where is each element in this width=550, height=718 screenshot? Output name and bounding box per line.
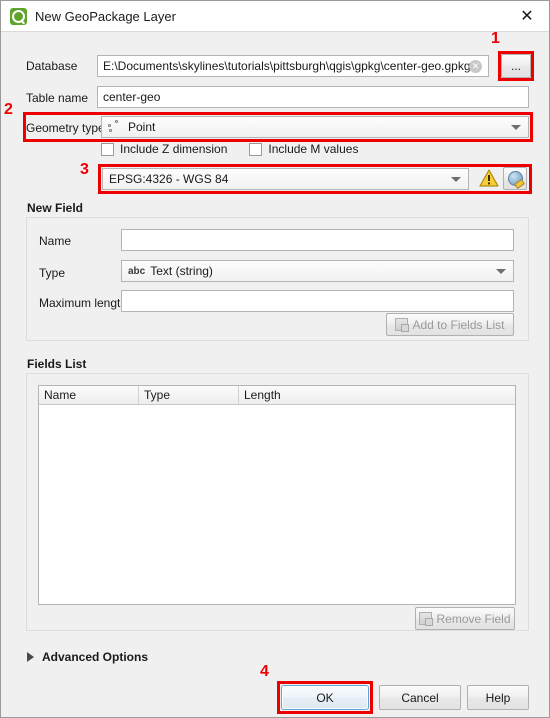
field-type-value: Text (string): [150, 264, 213, 278]
annotation-number-4: 4: [260, 663, 269, 680]
include-m-checkbox[interactable]: [249, 142, 263, 156]
clear-icon[interactable]: ✕: [469, 60, 482, 73]
crs-value: EPSG:4326 - WGS 84: [109, 172, 229, 186]
table-name-label: Table name: [26, 91, 89, 105]
annotation-number-3: 3: [80, 161, 89, 178]
remove-field-label: Remove Field: [436, 611, 511, 626]
add-to-fields-list-label: Add to Fields List: [412, 317, 505, 332]
globe-crs-icon: [507, 171, 523, 186]
add-to-fields-list-button[interactable]: Add to Fields List: [386, 313, 514, 336]
max-length-input[interactable]: [121, 290, 514, 312]
column-header-name[interactable]: Name: [39, 386, 139, 404]
chevron-down-icon: [451, 177, 461, 182]
new-geopackage-layer-dialog: New GeoPackage Layer ✕ Database E:\Docum…: [0, 0, 550, 718]
fields-table[interactable]: Name Type Length: [38, 385, 516, 605]
column-header-type[interactable]: Type: [139, 386, 239, 404]
advanced-options-label: Advanced Options: [42, 650, 149, 664]
close-icon[interactable]: ✕: [505, 1, 549, 31]
advanced-options-toggle[interactable]: Advanced Options: [27, 650, 148, 664]
geometry-type-combo[interactable]: Point: [101, 116, 529, 138]
geometry-type-value: Point: [128, 120, 156, 134]
database-input[interactable]: E:\Documents\skylines\tutorials\pittsbur…: [97, 55, 489, 77]
database-value: E:\Documents\skylines\tutorials\pittsbur…: [103, 59, 471, 73]
table-name-input[interactable]: center-geo: [97, 86, 529, 108]
table-name-value: center-geo: [103, 90, 161, 104]
help-button[interactable]: Help: [467, 685, 529, 710]
remove-field-icon: [419, 612, 434, 626]
fields-list-title: Fields List: [27, 357, 87, 371]
abc-text-icon: abc: [128, 265, 146, 277]
annotation-number-1: 1: [491, 30, 500, 47]
chevron-down-icon: [496, 269, 506, 274]
fields-table-header: Name Type Length: [39, 386, 515, 405]
field-name-label: Name: [39, 234, 72, 248]
chevron-right-icon: [27, 652, 34, 662]
geometry-type-label: Geometry type: [26, 121, 105, 135]
field-type-combo[interactable]: abc Text (string): [121, 260, 514, 282]
qgis-logo-icon: [10, 7, 27, 25]
browse-button[interactable]: ...: [501, 54, 531, 78]
max-length-label: Maximum length: [39, 296, 128, 310]
dimension-checkbox-row: Include Z dimension Include M values: [101, 142, 380, 156]
ok-button[interactable]: OK: [281, 685, 369, 710]
crs-combo[interactable]: EPSG:4326 - WGS 84: [102, 168, 469, 190]
database-label: Database: [26, 59, 78, 73]
crs-select-button[interactable]: [503, 167, 527, 190]
warning-triangle-icon: [478, 167, 500, 189]
field-name-input[interactable]: [121, 229, 514, 251]
annotation-number-2: 2: [4, 101, 13, 118]
field-type-label: Type: [39, 266, 66, 280]
chevron-down-icon: [511, 125, 521, 130]
title-bar: New GeoPackage Layer ✕: [1, 1, 549, 32]
new-field-title: New Field: [27, 201, 84, 215]
include-m-label: Include M values: [268, 142, 359, 156]
remove-field-button[interactable]: Remove Field: [415, 607, 515, 630]
dialog-title: New GeoPackage Layer: [35, 8, 176, 24]
column-header-length[interactable]: Length: [239, 386, 515, 404]
include-z-checkbox[interactable]: [101, 142, 114, 156]
include-z-label: Include Z dimension: [120, 142, 228, 156]
point-geometry-icon: [108, 120, 124, 134]
cancel-button[interactable]: Cancel: [379, 685, 461, 710]
add-field-icon: [395, 318, 410, 332]
